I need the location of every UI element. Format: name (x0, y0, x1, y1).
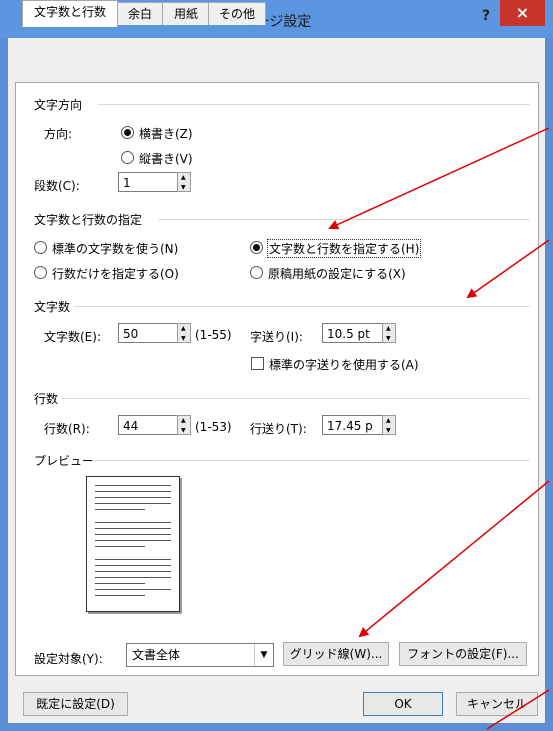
section-direction: 文字方向 (34, 98, 83, 112)
divider (158, 219, 530, 220)
close-button[interactable]: × (500, 0, 545, 26)
apply-to-select[interactable]: 文書全体 ▼ (126, 643, 274, 667)
char-count-label: 文字数(E): (44, 330, 101, 344)
preview-text-line (95, 559, 171, 560)
radio-lines-only-label[interactable]: 行数だけを指定する(O) (52, 265, 179, 282)
section-chars: 文字数 (34, 300, 71, 314)
radio-chars-lines-label[interactable]: 文字数と行数を指定する(H) (267, 239, 422, 258)
section-grid-spec: 文字数と行数の指定 (34, 213, 143, 227)
line-pitch-input[interactable]: 17.45 p (322, 415, 384, 435)
line-count-spinner[interactable] (177, 415, 191, 435)
char-count-input[interactable]: 50 (118, 323, 180, 343)
radio-vertical[interactable] (121, 151, 134, 164)
tab-other[interactable]: その他 (208, 2, 266, 25)
preview-text-line (95, 565, 171, 566)
apply-to-value: 文書全体 (132, 648, 181, 662)
char-pitch-spinner[interactable] (382, 323, 396, 343)
line-pitch-label: 行送り(T): (250, 422, 307, 436)
use-standard-pitch-label[interactable]: 標準の字送りを使用する(A) (269, 356, 419, 373)
preview-text-line (95, 491, 171, 492)
radio-manuscript[interactable] (250, 266, 263, 279)
line-count-label: 行数(R): (44, 422, 90, 436)
radio-chars-lines[interactable] (250, 241, 263, 254)
preview-text-line (95, 528, 171, 529)
preview-text-line (95, 509, 145, 510)
preview-text-line (95, 583, 145, 584)
radio-manuscript-label[interactable]: 原稿用紙の設定にする(X) (268, 265, 406, 282)
radio-standard-label[interactable]: 標準の文字数を使う(N) (52, 240, 178, 257)
preview-text-line (95, 571, 171, 572)
radio-vertical-label[interactable]: 縦書き(V) (139, 150, 193, 167)
line-pitch-spinner[interactable] (382, 415, 396, 435)
line-count-input[interactable]: 44 (118, 415, 180, 435)
char-pitch-label: 字送り(I): (250, 330, 303, 344)
tab-chars-lines[interactable]: 文字数と行数 (22, 0, 118, 27)
direction-label: 方向: (44, 127, 73, 141)
set-default-button[interactable]: 既定に設定(D) (23, 692, 128, 716)
help-button[interactable]: ? (476, 6, 496, 26)
grid-lines-button[interactable]: グリッド線(W)... (283, 642, 389, 666)
apply-to-label: 設定対象(Y): (34, 652, 103, 666)
chevron-down-icon[interactable]: ▼ (254, 644, 273, 666)
radio-lines-only[interactable] (34, 266, 47, 279)
preview-text-line (95, 595, 145, 596)
ok-button[interactable]: OK (363, 692, 443, 716)
tab-margins[interactable]: 余白 (116, 2, 164, 25)
radio-standard[interactable] (34, 241, 47, 254)
char-count-spinner[interactable] (177, 323, 191, 343)
section-lines: 行数 (34, 392, 59, 406)
preview-text-line (95, 485, 171, 486)
use-standard-pitch-checkbox[interactable] (251, 357, 264, 370)
columns-spinner[interactable] (177, 172, 191, 192)
preview-text-line (95, 534, 171, 535)
divider (62, 398, 530, 399)
cancel-button[interactable]: キャンセル (456, 692, 538, 716)
char-pitch-input[interactable]: 10.5 pt (322, 323, 384, 343)
preview-text-line (95, 546, 145, 547)
font-settings-button[interactable]: フォントの設定(F)... (399, 642, 527, 666)
preview-text-line (95, 522, 171, 523)
columns-input[interactable]: 1 (118, 172, 180, 192)
radio-horizontal[interactable] (121, 126, 134, 139)
radio-horizontal-label[interactable]: 横書き(Z) (139, 125, 193, 142)
divider (74, 306, 530, 307)
char-count-range: (1-55) (195, 328, 232, 342)
divider (98, 104, 530, 105)
preview-text-line (95, 497, 171, 498)
divider (92, 460, 530, 461)
preview-page (86, 476, 180, 612)
preview-text-line (95, 577, 171, 578)
preview-text-line (95, 540, 171, 541)
preview-text-line (95, 503, 171, 504)
section-preview: プレビュー (34, 454, 95, 468)
tab-paper[interactable]: 用紙 (162, 2, 210, 25)
line-count-range: (1-53) (195, 420, 232, 434)
preview-text-line (95, 589, 171, 590)
columns-label: 段数(C): (34, 179, 80, 193)
